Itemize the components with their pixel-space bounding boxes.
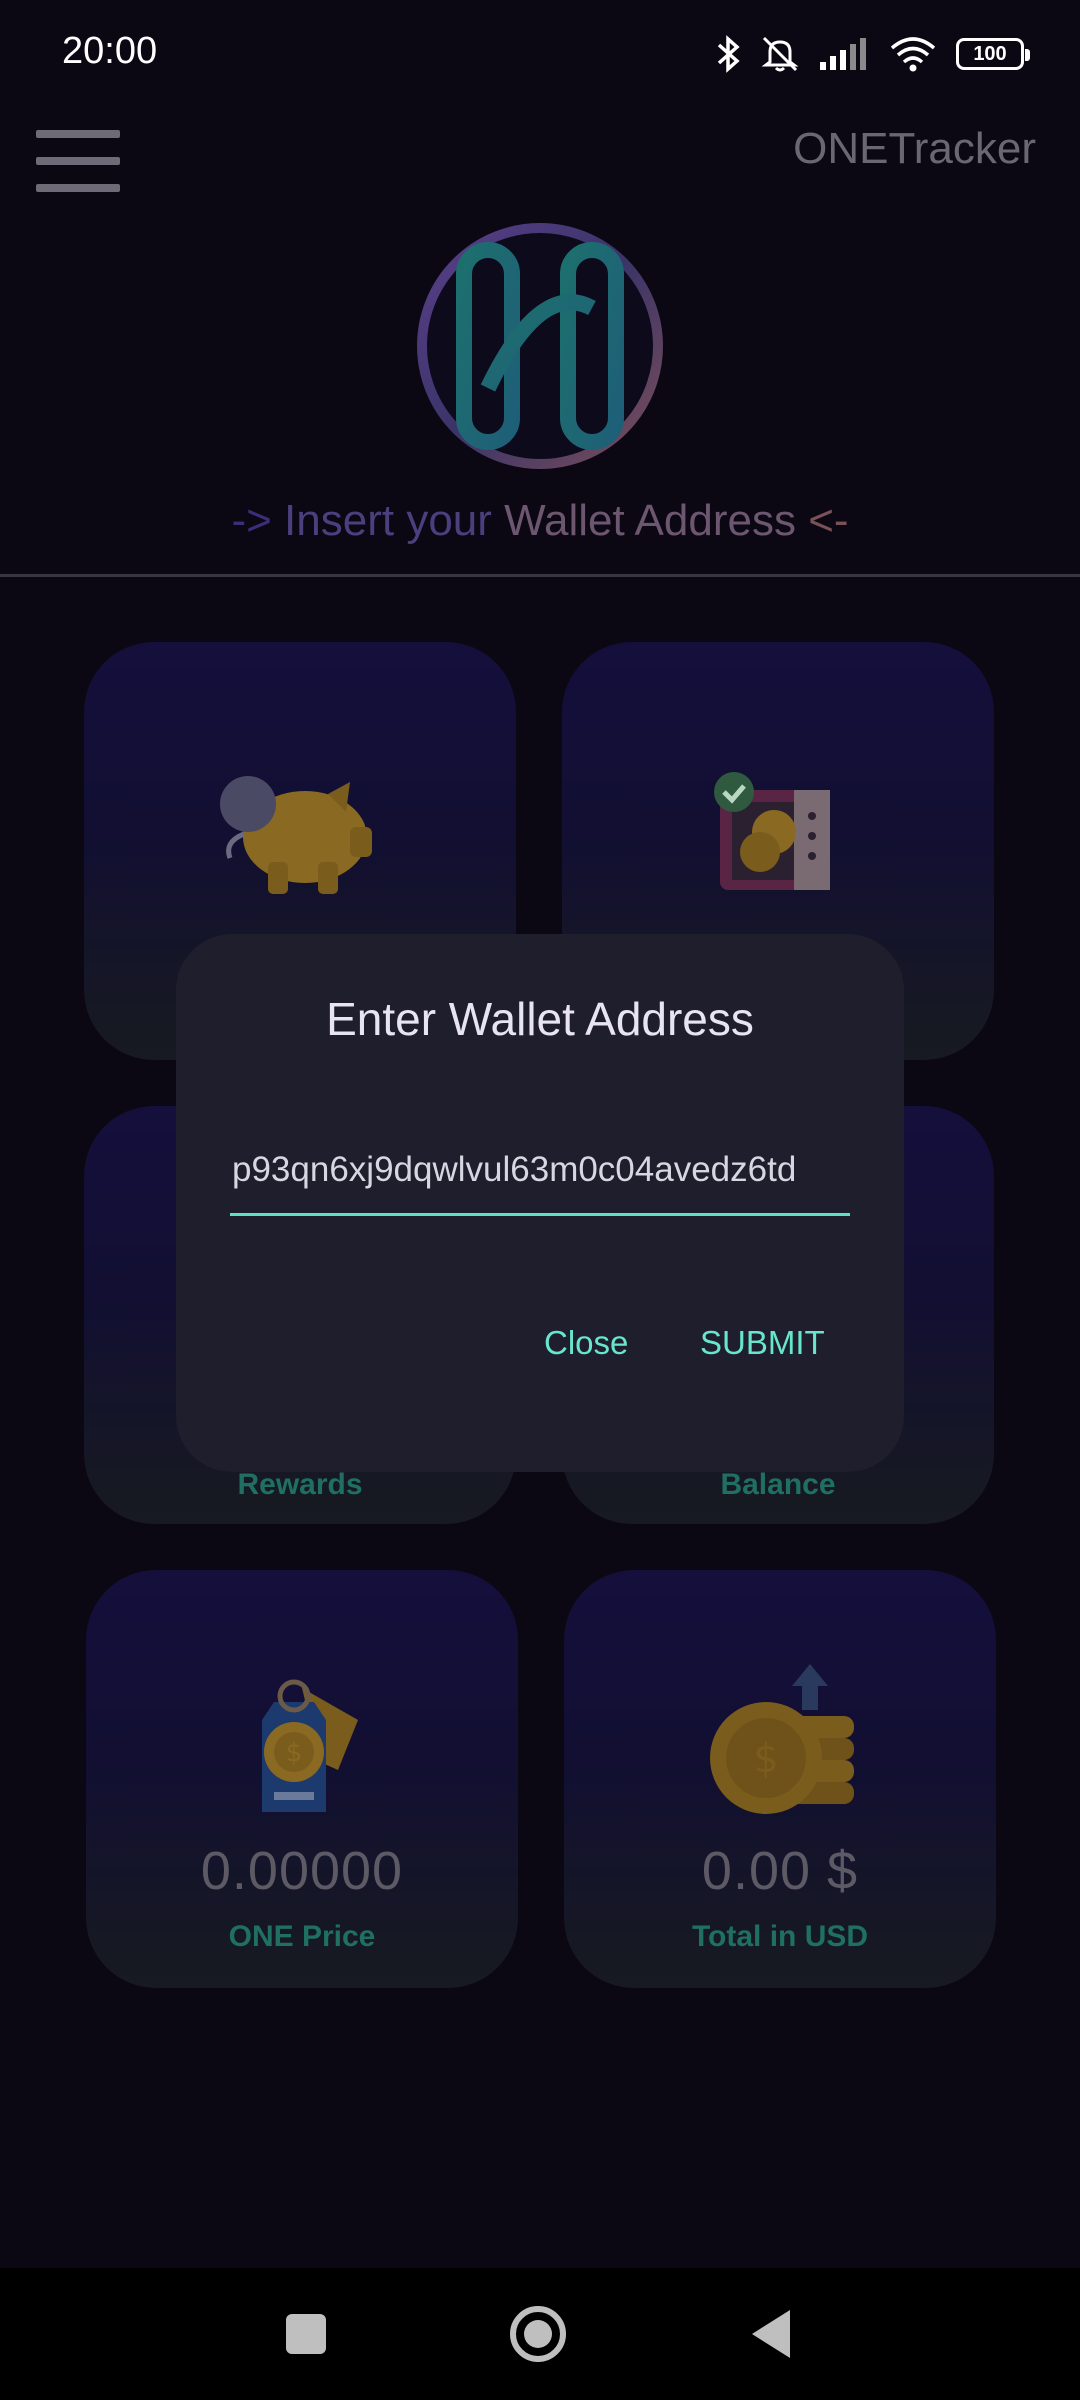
recents-square-icon[interactable]: [286, 2314, 326, 2354]
status-time: 20:00: [62, 30, 158, 72]
price-tag-icon: $: [86, 1640, 518, 1840]
card-rewards-label: Rewards: [237, 1468, 363, 1501]
wallet-address-input[interactable]: [230, 1142, 850, 1216]
battery-icon: 100: [956, 38, 1030, 70]
hamburger-menu-icon[interactable]: [36, 130, 120, 192]
card-balance-label: Balance: [720, 1468, 836, 1501]
hint-arrow-right: <-: [808, 496, 849, 545]
battery-level: 100: [973, 42, 1007, 65]
one-price-label: ONE Price: [228, 1920, 376, 1953]
app-title: ONETracker: [793, 124, 1036, 173]
coin-stack-icon: $: [564, 1640, 996, 1840]
hint-insert: Insert: [284, 496, 395, 545]
svg-text:$: $: [753, 1736, 778, 1782]
insert-wallet-hint: -> Insert your Wallet Address <-: [0, 496, 1080, 546]
hint-your: your: [406, 496, 492, 545]
one-price-value: 0.00000: [200, 1841, 404, 1901]
hint-wallet-address: Wallet Address: [504, 496, 796, 545]
back-triangle-icon[interactable]: [752, 2310, 790, 2358]
wallet-address-dialog: Enter Wallet Address Close SUBMIT: [176, 934, 904, 1472]
card-one-price[interactable]: $ 0.00000 ONE Price: [86, 1570, 518, 1988]
header-divider: [0, 574, 1080, 577]
harmony-logo: [417, 223, 663, 469]
status-bar: 20:00 100: [0, 0, 1080, 110]
bell-muted-icon: [761, 36, 799, 72]
bluetooth-icon: [717, 35, 740, 73]
hint-arrow-left: ->: [231, 496, 272, 545]
signal-icon: [820, 38, 866, 70]
home-circle-icon[interactable]: [510, 2306, 566, 2362]
svg-text:$: $: [286, 1738, 303, 1768]
submit-button[interactable]: SUBMIT: [700, 1324, 825, 1362]
card-total-usd[interactable]: $ 0.00 $ Total in USD: [564, 1570, 996, 1988]
dialog-title: Enter Wallet Address: [326, 993, 754, 1045]
total-usd-label: Total in USD: [691, 1920, 869, 1953]
wifi-icon: [890, 37, 936, 72]
close-button[interactable]: Close: [544, 1324, 628, 1362]
piggy-bank-icon: [84, 712, 516, 912]
total-usd-value: 0.00 $: [701, 1841, 859, 1901]
status-icons: 100: [716, 32, 1030, 76]
safe-coins-icon: [562, 712, 994, 912]
navigation-bar: [0, 2268, 1080, 2400]
